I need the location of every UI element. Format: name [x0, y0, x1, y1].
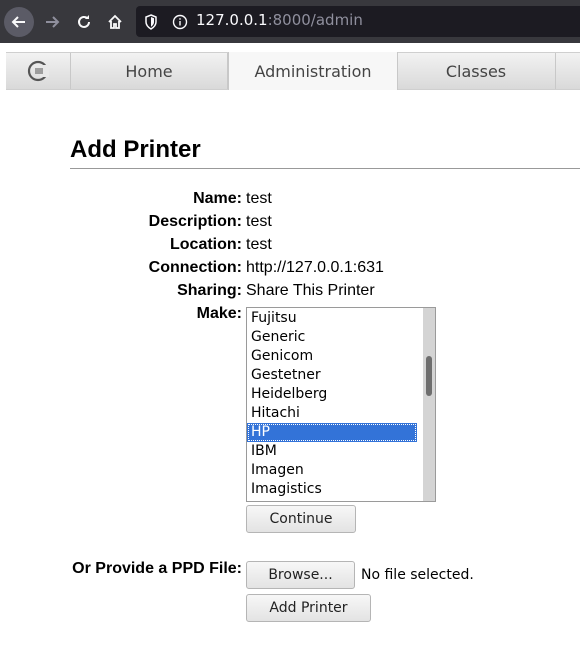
make-option[interactable]: Fujitsu	[247, 309, 417, 328]
make-option[interactable]: Gestetner	[247, 366, 417, 385]
file-status: No file selected.	[361, 567, 474, 583]
connection-label: Connection:	[148, 259, 242, 276]
tab-classes[interactable]: Classes	[397, 53, 556, 89]
add-printer-button[interactable]: Add Printer	[246, 594, 371, 622]
description-value: test	[246, 213, 272, 230]
page-title: Add Printer	[70, 136, 201, 163]
make-option[interactable]: Genicom	[247, 347, 417, 366]
reload-icon	[78, 15, 90, 28]
forward-button[interactable]	[37, 7, 67, 37]
name-label: Name:	[193, 190, 242, 207]
make-option[interactable]: Imagistics	[247, 480, 417, 499]
url-text: 127.0.0.1:8000/admin	[196, 11, 363, 29]
scrollbar-thumb[interactable]	[426, 356, 432, 396]
url-host: 127.0.0.1	[196, 11, 268, 29]
sharing-value: Share This Printer	[246, 282, 375, 299]
make-label: Make:	[196, 305, 242, 322]
url-path: :8000/admin	[267, 11, 363, 29]
tab-administration[interactable]: Administration	[228, 52, 398, 90]
make-option[interactable]: Generic	[247, 328, 417, 347]
make-option[interactable]: Imagen	[247, 461, 417, 480]
home-icon	[108, 14, 122, 29]
browse-button[interactable]: Browse...	[246, 561, 355, 589]
back-arrow-icon	[11, 16, 25, 28]
make-options: Fujitsu Generic Genicom Gestetner Heidel…	[247, 309, 417, 499]
connection-value: http://127.0.0.1:631	[246, 259, 384, 276]
forward-arrow-icon	[46, 16, 60, 28]
reload-button[interactable]	[69, 7, 99, 37]
tab-home[interactable]: Home	[71, 53, 228, 89]
browser-toolbar: 127.0.0.1:8000/admin	[0, 0, 580, 43]
list-scrollbar[interactable]	[423, 308, 435, 501]
cups-logo[interactable]	[6, 53, 71, 89]
back-button[interactable]	[4, 7, 34, 37]
make-option-selected[interactable]: HP	[247, 423, 417, 442]
make-option[interactable]: Heidelberg	[247, 385, 417, 404]
location-label: Location:	[170, 236, 242, 253]
description-label: Description:	[148, 213, 242, 230]
continue-button[interactable]: Continue	[246, 505, 356, 533]
title-divider	[70, 168, 580, 169]
home-button[interactable]	[100, 7, 130, 37]
nav-tabbar: Home Administration Classes	[6, 52, 580, 90]
make-select-list[interactable]: Fujitsu Generic Genicom Gestetner Heidel…	[246, 307, 436, 502]
sharing-label: Sharing:	[177, 282, 242, 299]
shield-icon[interactable]	[144, 14, 158, 30]
make-option[interactable]: Hitachi	[247, 404, 417, 423]
info-icon[interactable]	[172, 14, 188, 30]
ppd-file-label: Or Provide a PPD File:	[72, 560, 242, 577]
location-value: test	[246, 236, 272, 253]
name-value: test	[246, 190, 272, 207]
make-option[interactable]: IBM	[247, 442, 417, 461]
url-bar[interactable]: 127.0.0.1:8000/admin	[136, 6, 580, 37]
cups-logo-icon	[27, 60, 49, 82]
